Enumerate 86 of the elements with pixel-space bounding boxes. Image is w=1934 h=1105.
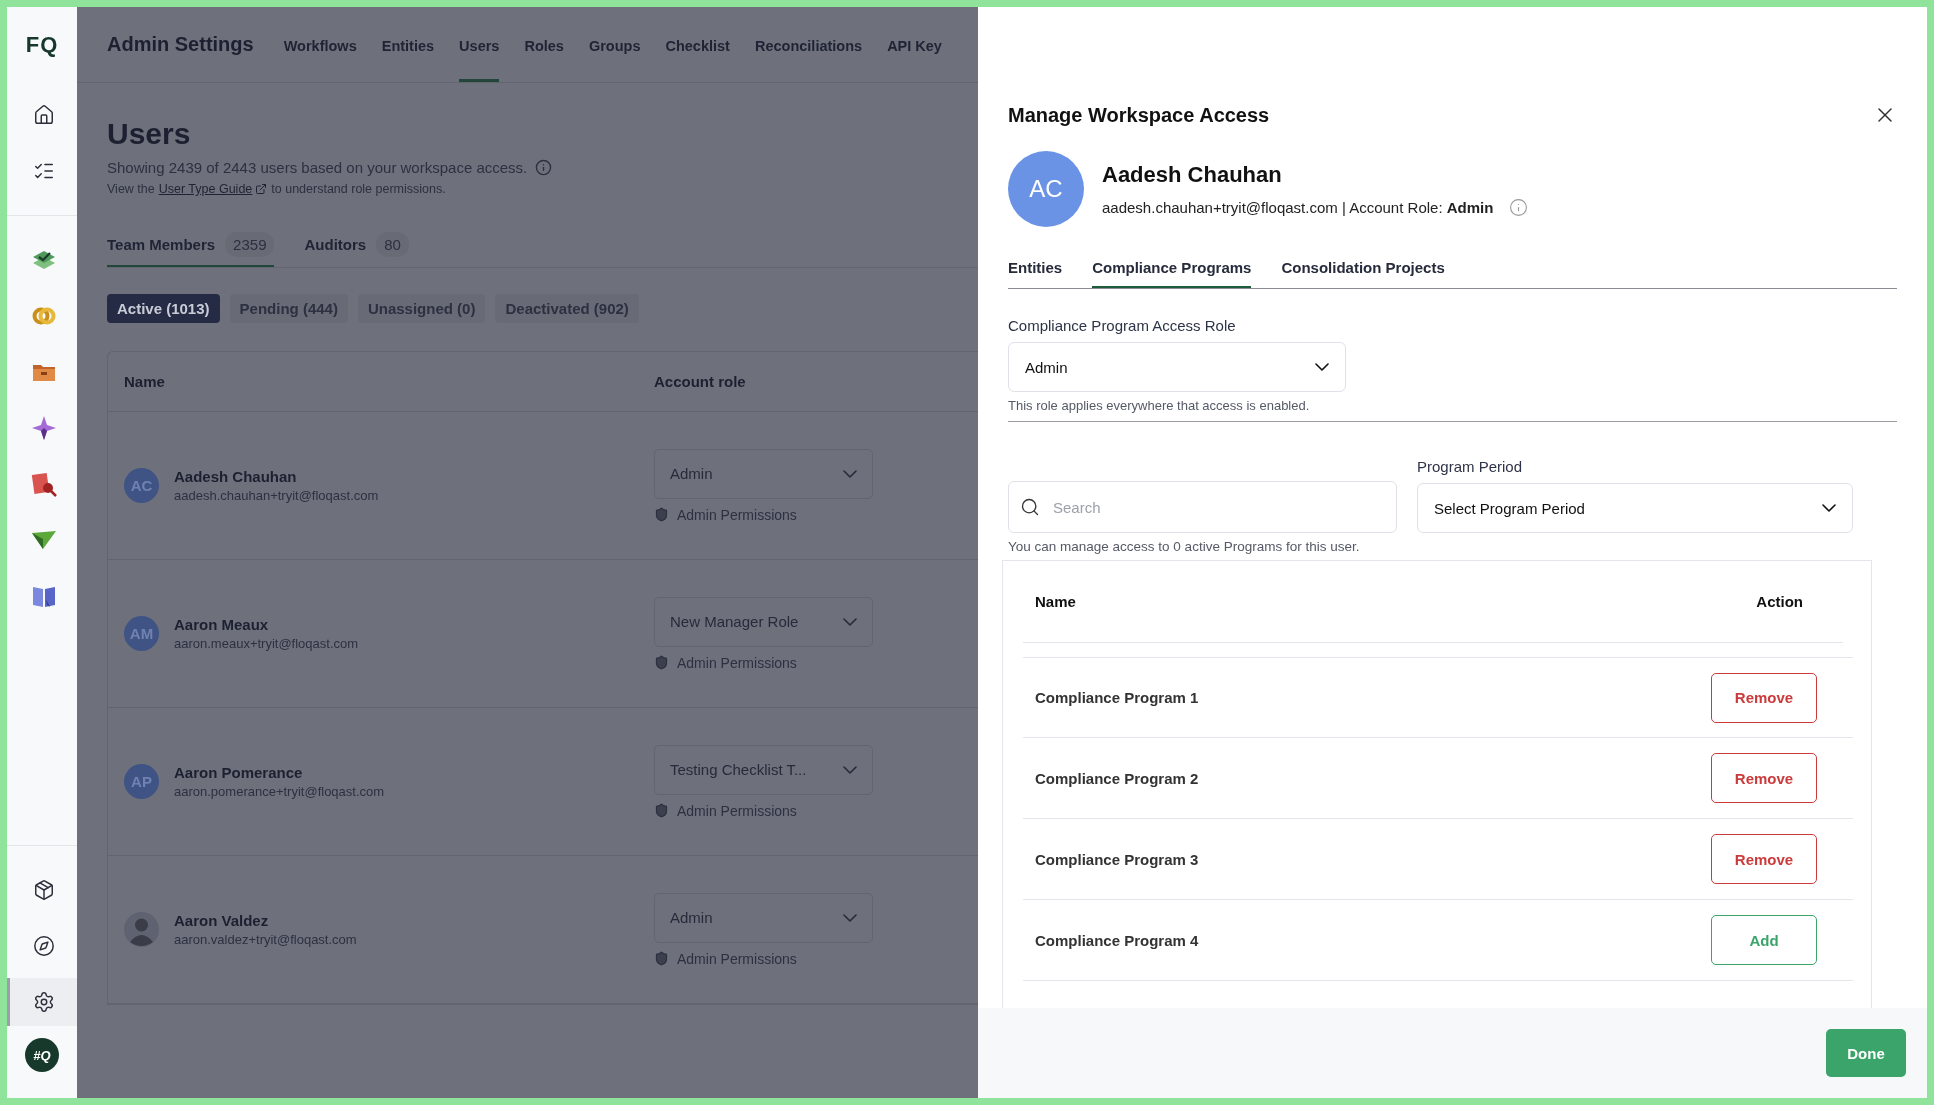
guide-text: View the [107,182,155,196]
status-filter[interactable]: Active (1013) [107,294,220,323]
remove-button[interactable]: Remove [1711,834,1817,884]
user-avatar: AC [1008,151,1084,227]
nav-tab[interactable]: Entities [381,7,435,82]
shield-icon [654,951,669,966]
chevron-down-icon [843,469,857,478]
remove-button[interactable]: Remove [1711,753,1817,803]
program-name: Compliance Program 1 [1035,689,1199,706]
access-note: You can manage access to 0 active Programs for this user. [1008,539,1361,554]
user-details: aadesh.chauhan+tryit@floqast.com | Account Role: Admin [1102,198,1494,216]
program-name: Compliance Program 2 [1035,769,1199,787]
page-header-title: Admin Settings [107,32,254,57]
chevron-down-icon [1315,363,1329,371]
role-dropdown[interactable]: Admin [654,448,873,499]
permissions-label: Admin Permissions [677,654,797,671]
user-type-guide-link[interactable]: User Type Guide [158,182,268,196]
nav-tab[interactable]: Roles [524,7,564,82]
permissions-label: Admin Permissions [677,506,797,523]
column-header: Action [1756,593,1803,610]
chevron-down-icon [843,765,857,774]
shield-icon [654,507,669,522]
avatar-icon [124,912,159,947]
user-name: Aadesh Chauhan [174,468,298,485]
user-type-tab[interactable]: Team Members 2359 [107,232,275,267]
nav-tab[interactable]: Users [459,7,500,82]
program-name: Compliance Program 4 [1035,931,1199,949]
chevron-down-icon [1822,504,1836,512]
workspace-avatar[interactable]: #Q [25,1038,59,1072]
status-filter[interactable]: Deactivated (902) [495,294,639,323]
shield-icon [654,655,669,670]
shield-icon [654,803,669,818]
column-header: Account role [654,373,747,390]
permissions-label: Admin Permissions [677,950,797,967]
search-field[interactable]: Search [1008,481,1397,533]
info-icon[interactable] [1509,197,1529,217]
access-role-select[interactable]: Admin [1008,342,1346,392]
user-name: Aaron Pomerance [174,764,304,781]
done-button[interactable]: Done [1826,1029,1906,1077]
role-dropdown[interactable]: New Manager Role [654,596,873,647]
status-filter[interactable]: Unassigned (0) [357,294,486,323]
sidebar-item[interactable] [7,978,77,1026]
permissions-label: Admin Permissions [677,802,797,819]
nav-tab[interactable]: Checklist [665,7,730,82]
user-email: aadesh.chauhan+tryit@floqast.com [174,488,379,503]
document-search-icon [30,471,57,497]
user-name: Aaron Valdez [174,912,270,929]
column-header: Name [124,373,166,390]
compass-icon [32,935,55,957]
field-label: Program Period [1417,458,1524,475]
drawer-tab[interactable]: Compliance Programs [1092,259,1252,288]
nav-tab[interactable]: Workflows [283,7,357,82]
drawer-tab[interactable]: Consolidation Projects [1281,259,1445,288]
remove-button[interactable]: Remove [1711,672,1817,723]
role-dropdown[interactable]: Testing Checklist T... [654,744,873,795]
field-label: Compliance Program Access Role [1008,317,1237,334]
status-filter[interactable]: Pending (444) [229,294,348,323]
hint-text: This role applies everywhere that access is enabled. [1008,398,1897,422]
page-title: Users [107,117,192,151]
nav-tab[interactable]: Groups [588,7,641,82]
chevron-down-icon [843,617,857,626]
user-name: Aaron Meaux [174,616,270,633]
user-email: aaron.valdez+tryit@floqast.com [174,932,357,947]
program-name: Compliance Program 3 [1035,850,1199,868]
info-icon[interactable] [535,159,553,176]
nav-tab[interactable]: API Key [887,7,942,82]
home-icon [32,104,55,126]
user-name: Aadesh Chauhan [1102,161,1283,188]
user-email: aaron.pomerance+tryit@floqast.com [174,784,385,799]
box-icon [32,879,55,901]
role-dropdown[interactable]: Admin [654,892,873,943]
program-period-select[interactable]: Select Program Period [1417,483,1853,533]
search-icon [1020,497,1040,517]
user-type-tab[interactable]: Auditors 80 [304,232,409,267]
nav-tab[interactable]: Reconciliations [754,7,863,82]
settings-icon [32,991,55,1013]
subtitle: Showing 2439 of 2443 users based on your workspace access. [107,159,528,176]
guide-text: to understand role permissions. [271,182,446,196]
external-link-icon [255,183,268,195]
chevron-down-icon [843,913,857,922]
drawer-title: Manage Workspace Access [1008,103,1270,127]
add-button[interactable]: Add [1711,915,1817,965]
user-email: aaron.meaux+tryit@floqast.com [174,636,359,651]
column-header: Name [1035,593,1076,610]
logo: FQ [25,32,59,58]
drawer-tab[interactable]: Entities [1008,259,1063,288]
